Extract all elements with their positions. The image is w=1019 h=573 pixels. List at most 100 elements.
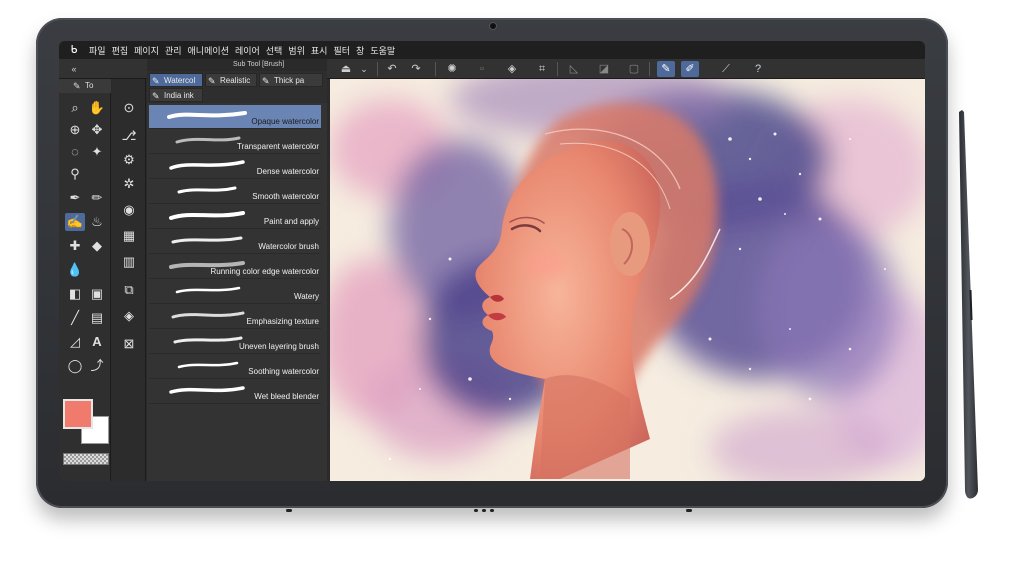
tab-thick-paint[interactable]: ✎ Thick pa [259, 73, 323, 87]
ruler-icon[interactable]: ◿ [65, 333, 85, 351]
redo-icon[interactable]: ↷ [407, 61, 425, 77]
menu-manage[interactable]: 관리 [165, 44, 182, 57]
brush-watery[interactable]: Watery [149, 280, 321, 304]
move-icon[interactable]: ✥ [87, 121, 107, 139]
collapse-icon[interactable]: « [65, 61, 83, 77]
fill-tool-icon[interactable]: ◧ [65, 285, 85, 303]
brush-name: Watercolor brush [258, 242, 319, 251]
brush-smooth-watercolor[interactable]: Smooth watercolor [149, 180, 321, 204]
brush-tab-icon: ✎ [262, 76, 270, 86]
port-icon [490, 509, 494, 512]
canvas-icon[interactable]: ⏏ [337, 61, 355, 77]
port-icon [474, 509, 478, 512]
zoom-icon[interactable]: ⌕ [65, 99, 85, 117]
menu-layer[interactable]: 레이어 [235, 44, 260, 57]
gradient-icon[interactable]: ▣ [87, 285, 107, 303]
operation-icon[interactable]: ⊕ [65, 121, 85, 139]
menu-range[interactable]: 범위 [288, 44, 305, 57]
tablet-device: ᑲ 파일 편집 페이지 관리 애니메이션 레이어 선택 범위 표시 필터 창 도… [36, 18, 948, 514]
menu-help[interactable]: 도움말 [370, 44, 395, 57]
line-icon[interactable]: ⟋ [717, 61, 735, 77]
chevron-down-icon[interactable]: ⌄ [355, 61, 373, 77]
brush-soothing-watercolor[interactable]: Soothing watercolor [149, 355, 321, 379]
airbrush-icon[interactable]: ♨ [87, 213, 107, 231]
brush-dense-watercolor[interactable]: Dense watercolor [149, 155, 321, 179]
toolbar-divider [557, 62, 558, 76]
clear-icon[interactable]: ▫ [473, 61, 491, 77]
main-color-swatch[interactable] [63, 399, 93, 429]
brush-transparent-watercolor[interactable]: Transparent watercolor [149, 130, 321, 154]
close-box-icon[interactable]: ⊠ [119, 335, 139, 353]
brush-icon[interactable]: ✍ [65, 213, 85, 231]
brush-stroke-preview [169, 160, 245, 170]
help-icon[interactable]: ? [749, 61, 767, 77]
brush-stroke-preview [175, 136, 241, 144]
app-logo-icon[interactable]: ᑲ [67, 43, 81, 57]
transparent-color-swatch[interactable] [63, 453, 109, 465]
brush-wet-bleed-blender[interactable]: Wet bleed blender [149, 380, 321, 404]
brush-emphasizing-texture[interactable]: Emphasizing texture [149, 305, 321, 329]
balloon-icon[interactable]: ◯ [65, 357, 85, 375]
menu-edit[interactable]: 편집 [112, 44, 129, 57]
mask-icon[interactable]: ◪ [595, 61, 613, 77]
line-tool-icon[interactable]: ╱ [65, 309, 85, 327]
fill-icon[interactable]: ◈ [503, 61, 521, 77]
watercolor-portrait-artwork [330, 79, 925, 481]
history-icon[interactable]: ▥ [119, 253, 139, 271]
frame-tool-icon[interactable]: ▤ [87, 309, 107, 327]
tab-watercolor[interactable]: ✎ Watercol [149, 73, 203, 87]
brush-name: Uneven layering brush [238, 342, 319, 351]
hand-icon[interactable]: ✋ [87, 99, 107, 117]
material-icon[interactable]: ▦ [119, 227, 139, 245]
brush-draw-icon[interactable]: ✎ [657, 61, 675, 77]
brush-name: Dense watercolor [256, 167, 319, 176]
port-icon [286, 509, 292, 512]
navigator-icon[interactable]: ◉ [119, 201, 139, 219]
sub-tool-panel: Sub Tool [Brush] ✎ Watercol ✎ Realistic … [147, 59, 327, 481]
brush-opaque-watercolor[interactable]: Opaque watercolor [149, 105, 321, 129]
blend-icon[interactable]: 💧 [65, 261, 85, 279]
gear-icon[interactable]: ⚙ [119, 151, 139, 169]
brush-tab-icon: ✎ [152, 91, 160, 101]
menu-window[interactable]: 창 [356, 44, 364, 57]
tab-realistic[interactable]: ✎ Realistic [205, 73, 257, 87]
secondary-tool-panel: ⊙ ⎇ ⚙ ✲ ◉ ▦ ▥ ⧉ ◈ ⊠ [112, 79, 146, 481]
brush-uneven-layering[interactable]: Uneven layering brush [149, 330, 321, 354]
crop-icon[interactable]: ⌗ [533, 61, 551, 77]
transform-icon[interactable]: ◺ [565, 61, 583, 77]
menu-animation[interactable]: 애니메이션 [188, 44, 229, 57]
tool-panel-tab[interactable]: ✎ To [59, 79, 111, 93]
frame-icon[interactable]: ▢ [625, 61, 643, 77]
settings-icon[interactable]: ✲ [119, 175, 139, 193]
eraser-icon[interactable]: ◆ [87, 237, 107, 255]
menu-select[interactable]: 선택 [266, 44, 283, 57]
brush-paint-and-apply[interactable]: Paint and apply [149, 205, 321, 229]
tab-india-ink[interactable]: ✎ India ink [149, 88, 203, 102]
text-icon[interactable]: A [87, 333, 107, 351]
correction-icon[interactable]: ⤴ [87, 357, 107, 375]
pen-draw-icon[interactable]: ✐ [681, 61, 699, 77]
drawing-canvas[interactable] [330, 79, 925, 481]
brush-watercolor-brush[interactable]: Watercolor brush [149, 230, 321, 254]
brush-stroke-preview [177, 186, 237, 194]
brush-running-color-edge-watercolor[interactable]: Running color edge watercolor [149, 255, 321, 279]
undo-icon[interactable]: ↶ [383, 61, 401, 77]
search-icon[interactable]: ⊙ [119, 99, 139, 117]
menu-filter[interactable]: 필터 [333, 44, 350, 57]
menu-view[interactable]: 표시 [311, 44, 328, 57]
layers-icon[interactable]: ◈ [119, 307, 139, 325]
layers-stack-icon[interactable]: ⧉ [119, 281, 139, 299]
menu-file[interactable]: 파일 [89, 44, 106, 57]
layer-property-icon[interactable]: ⎇ [119, 127, 139, 145]
brush-stroke-preview [169, 211, 245, 220]
brush-stroke-preview [175, 286, 241, 294]
pencil-icon[interactable]: ✏ [87, 189, 107, 207]
menu-page[interactable]: 페이지 [134, 44, 159, 57]
magic-wand-icon[interactable]: ✦ [87, 143, 107, 161]
eyedropper-icon[interactable]: ⚲ [65, 165, 85, 183]
decoration-icon[interactable]: ✚ [65, 237, 85, 255]
loading-icon[interactable]: ✺ [443, 61, 461, 77]
tab-label: Thick pa [274, 76, 305, 85]
lasso-icon[interactable]: ◌ [65, 143, 85, 161]
pen-icon[interactable]: ✒ [65, 189, 85, 207]
